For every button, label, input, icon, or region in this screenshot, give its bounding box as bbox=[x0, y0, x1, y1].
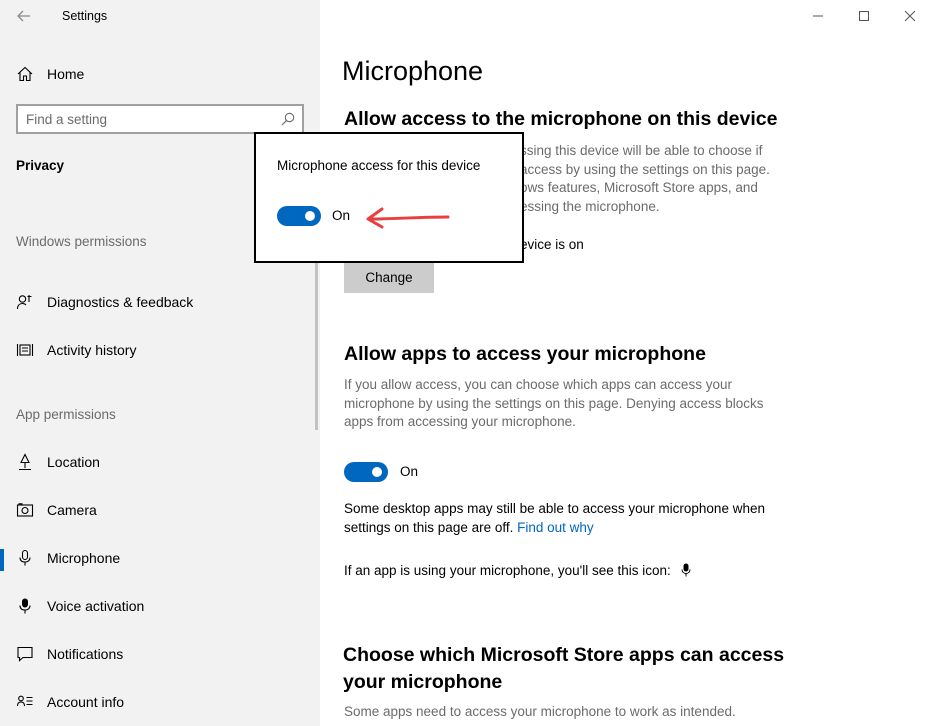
change-button[interactable]: Change bbox=[344, 262, 434, 293]
microphone-icon bbox=[16, 549, 34, 567]
dialog-title: Microphone access for this device bbox=[277, 158, 481, 173]
back-arrow-icon[interactable] bbox=[14, 6, 34, 26]
location-icon bbox=[16, 453, 34, 471]
account-info-icon bbox=[16, 693, 34, 711]
sidebar-item-home[interactable]: Home bbox=[0, 58, 320, 90]
device-microphone-toggle[interactable] bbox=[277, 206, 321, 226]
microphone-access-dialog: Microphone access for this device On bbox=[254, 132, 524, 263]
app-title: Settings bbox=[62, 9, 108, 23]
sidebar-item-label: Microphone bbox=[47, 550, 121, 566]
sidebar-item-label: Notifications bbox=[47, 646, 124, 662]
diagnostics-icon bbox=[16, 293, 34, 311]
sidebar-item-label: Camera bbox=[47, 502, 97, 518]
search-icon[interactable] bbox=[280, 111, 296, 127]
sidebar-item-microphone[interactable]: Microphone bbox=[0, 541, 320, 575]
apps-access-toggle-label: On bbox=[400, 464, 419, 479]
store-apps-heading-line: your microphone bbox=[343, 671, 503, 693]
icon-note: If an app is using your microphone, you'… bbox=[344, 562, 744, 583]
camera-icon bbox=[16, 501, 34, 519]
activity-history-icon bbox=[16, 341, 34, 359]
section-title-privacy: Privacy bbox=[16, 158, 65, 173]
sidebar-item-voice-activation[interactable]: Voice activation bbox=[0, 589, 320, 623]
device-access-status: evice is on bbox=[520, 237, 584, 252]
sidebar-item-activity-history[interactable]: Activity history bbox=[0, 333, 320, 367]
search-box[interactable] bbox=[16, 104, 304, 134]
sidebar-item-account-info[interactable]: Account info bbox=[0, 685, 320, 719]
device-access-description: ssing this device will be able to choose… bbox=[520, 142, 790, 216]
apps-access-heading: Allow apps to access your microphone bbox=[344, 343, 706, 365]
toggle-knob bbox=[372, 467, 382, 477]
sidebar-item-location[interactable]: Location bbox=[0, 445, 320, 479]
sidebar-item-notifications[interactable]: Notifications bbox=[0, 637, 320, 671]
find-out-why-link[interactable]: Find out why bbox=[517, 520, 594, 535]
sidebar-item-camera[interactable]: Camera bbox=[0, 493, 320, 527]
icon-note-text: If an app is using your microphone, you'… bbox=[344, 563, 671, 578]
voice-activation-icon bbox=[16, 597, 34, 615]
description-line: ssing this device will be able to choose… bbox=[520, 143, 763, 158]
device-access-heading: Allow access to the microphone on this d… bbox=[344, 108, 778, 130]
sidebar-item-label: Account info bbox=[47, 694, 125, 710]
notifications-icon bbox=[16, 645, 34, 663]
sidebar-item-label: Voice activation bbox=[47, 598, 145, 614]
apps-access-toggle[interactable] bbox=[344, 462, 388, 482]
group-header-windows-permissions: Windows permissions bbox=[16, 234, 147, 249]
store-apps-heading-line: Choose which Microsoft Store apps can ac… bbox=[343, 644, 785, 666]
red-arrow-icon bbox=[362, 205, 452, 233]
device-microphone-toggle-label: On bbox=[332, 208, 351, 223]
store-apps-heading: Choose which Microsoft Store apps can ac… bbox=[343, 642, 784, 696]
sidebar: Settings Home Privacy Windows permission… bbox=[0, 0, 320, 726]
apps-access-description: If you allow access, you can choose whic… bbox=[344, 377, 764, 429]
sidebar-item-label: Home bbox=[47, 66, 85, 82]
sidebar-item-label: Activity history bbox=[47, 342, 137, 358]
toggle-knob bbox=[305, 211, 315, 221]
sidebar-item-diagnostics[interactable]: Diagnostics & feedback bbox=[0, 285, 320, 319]
main-content: Microphone Allow access to the microphon… bbox=[320, 0, 933, 726]
sidebar-item-label: Diagnostics & feedback bbox=[47, 294, 194, 310]
search-input[interactable] bbox=[26, 110, 266, 128]
microphone-in-use-icon bbox=[681, 563, 691, 583]
store-apps-description: Some apps need to access your microphone… bbox=[344, 704, 736, 719]
description-line: access by using the settings on this pag… bbox=[520, 161, 770, 177]
home-icon bbox=[16, 65, 34, 83]
desktop-apps-note: Some desktop apps may still be able to a… bbox=[344, 500, 794, 537]
description-line: essing the microphone. bbox=[520, 198, 660, 214]
description-line: ows features, Microsoft Store apps, and bbox=[520, 180, 758, 195]
group-header-app-permissions: App permissions bbox=[16, 407, 116, 422]
page-title: Microphone bbox=[342, 56, 484, 86]
sidebar-item-label: Location bbox=[47, 454, 100, 470]
